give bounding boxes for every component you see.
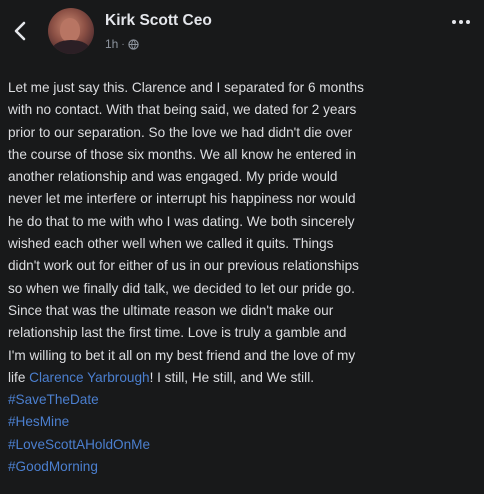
last-line-prefix: life	[8, 369, 30, 385]
avatar[interactable]	[48, 8, 94, 54]
post-line: prior to our separation. So the love we …	[8, 124, 353, 140]
globe-icon	[128, 38, 139, 50]
post-line: never let me interfere or interrupt his …	[8, 191, 356, 207]
post-meta: 1h ·	[105, 37, 139, 51]
meta-separator: ·	[121, 38, 125, 50]
post-header: Kirk Scott Ceo 1h ·	[0, 0, 484, 62]
author-name[interactable]: Kirk Scott Ceo	[105, 12, 212, 30]
post-timestamp[interactable]: 1h	[105, 37, 118, 51]
post-line: relationship last the first time. Love i…	[8, 325, 347, 341]
post-line: didn't work out for either of us in our …	[8, 258, 359, 274]
post-line: the course of those six months. We all k…	[8, 146, 357, 162]
post-line: Let me just say this. Clarence and I sep…	[8, 80, 364, 95]
post-line: he do that to me with who I was dating. …	[8, 213, 355, 229]
avatar-shoulders	[52, 40, 90, 54]
back-arrow-icon-glyph	[14, 21, 26, 41]
post-line: another relationship and was engaged. My…	[8, 169, 338, 185]
hashtag-link[interactable]: #HesMine	[8, 411, 476, 433]
avatar-face	[60, 18, 80, 42]
last-line-suffix: ! I still, He still, and We still.	[149, 369, 314, 385]
post-line: wished each other well when we called it…	[8, 236, 334, 252]
back-arrow-icon[interactable]	[8, 17, 32, 45]
more-dot	[452, 20, 456, 24]
post-last-line: life Clarence Yarbrough! I still, He sti…	[8, 367, 476, 389]
post-line: with no contact. With that being said, w…	[8, 102, 357, 118]
post-line: Since that was the ultimate reason we di…	[8, 302, 334, 318]
post-line: I'm willing to bet it all on my best fri…	[8, 347, 356, 363]
mention-link[interactable]: Clarence Yarbrough	[29, 370, 149, 385]
more-options-icon[interactable]	[452, 20, 470, 24]
hashtag-link[interactable]: #GoodMorning	[8, 456, 476, 478]
more-dot	[466, 20, 470, 24]
hashtag-link[interactable]: #SaveTheDate	[8, 389, 476, 411]
post-body: Let me just say this. Clarence and I sep…	[8, 77, 476, 478]
more-dot	[459, 20, 463, 24]
post-line: so when we finally did talk, we decided …	[8, 280, 355, 296]
hashtag-link[interactable]: #LoveScottAHoldOnMe	[8, 434, 476, 456]
